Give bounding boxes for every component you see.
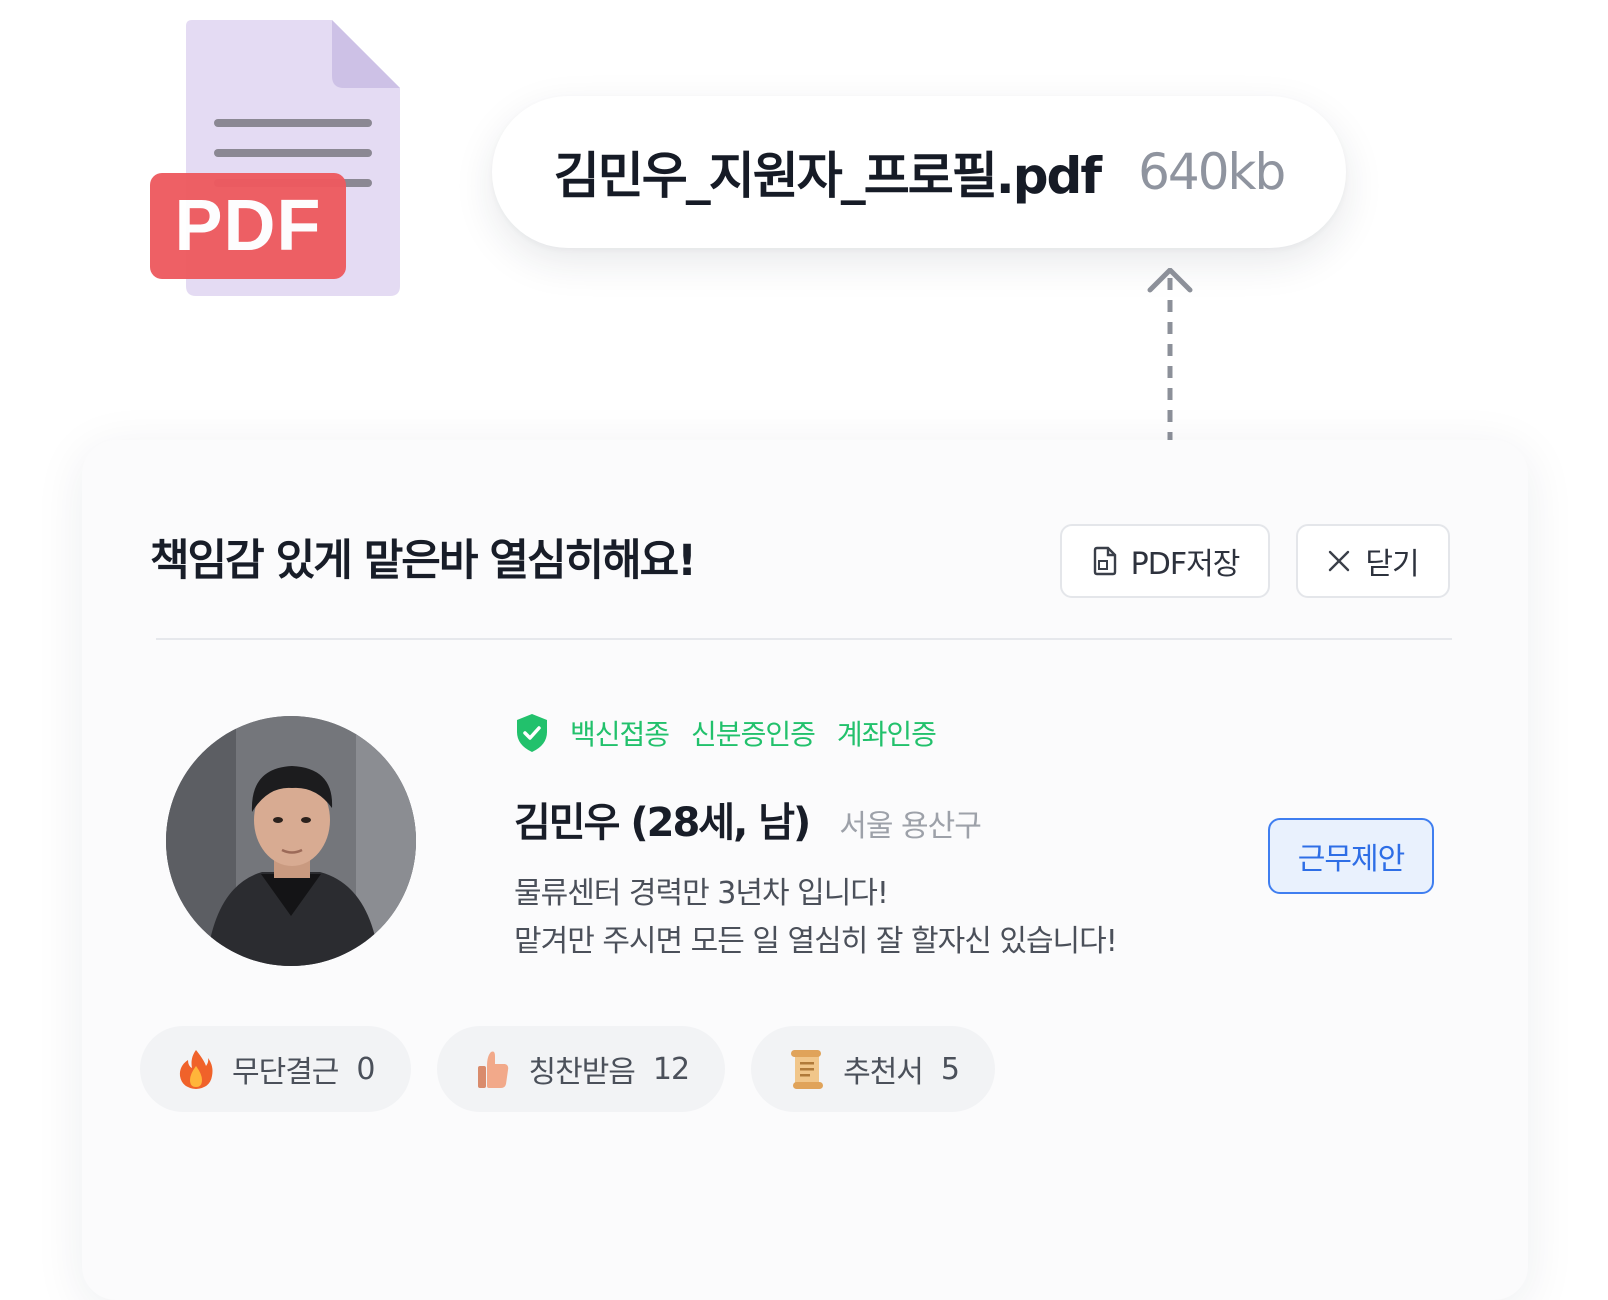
avatar-photo — [166, 716, 416, 966]
stat-praise-value: 12 — [652, 1051, 690, 1087]
stat-praise: 칭찬받음 12 — [436, 1026, 726, 1112]
close-icon — [1329, 550, 1350, 572]
stat-no-show: 무단결근 0 — [140, 1026, 411, 1112]
close-button[interactable]: 닫기 — [1296, 524, 1450, 598]
name-row: 김민우 (28세, 남) 서울 용산구 — [514, 790, 982, 848]
avatar — [166, 716, 416, 966]
intro-line-1: 물류센터 경력만 3년차 입니다! — [514, 876, 889, 911]
stat-recommendation-label: 추천서 — [843, 1055, 924, 1090]
card-title: 책임감 있게 맡은바 열심히해요! — [150, 536, 697, 586]
file-name: 김민우_지원자_프로필.pdf — [553, 147, 1102, 205]
file-icon — [1093, 546, 1116, 576]
intro-line-2: 맡겨만 주시면 모든 일 열심히 잘 할자신 있습니다! — [514, 924, 1118, 959]
pdf-badge: PDF — [150, 173, 346, 279]
stat-no-show-value: 0 — [356, 1051, 375, 1087]
stat-no-show-label: 무단결근 — [232, 1055, 339, 1090]
stat-praise-label: 칭찬받음 — [528, 1055, 636, 1090]
stats-row: 무단결근 0 칭찬받음 12 추천서 5 — [140, 1026, 995, 1112]
badge-account-verified: 계좌인증 — [836, 718, 937, 751]
applicant-name: 김민우 (28세, 남) — [514, 800, 811, 846]
job-offer-button[interactable]: 근무제안 — [1268, 818, 1434, 894]
thumbs-up-icon — [477, 1051, 508, 1088]
applicant-profile-card: 책임감 있게 맡은바 열심히해요! PDF저장 닫기 백신접종 신분증인증 계좌… — [82, 440, 1528, 1300]
file-name-pill: 김민우_지원자_프로필.pdf 640kb — [492, 96, 1346, 248]
scroll-icon — [791, 1050, 824, 1089]
badge-id-verified: 신분증인증 — [691, 718, 816, 751]
save-pdf-button[interactable]: PDF저장 — [1060, 524, 1270, 598]
pdf-file-icon: PDF — [150, 18, 412, 308]
fire-icon — [179, 1050, 213, 1089]
close-label: 닫기 — [1365, 547, 1419, 582]
file-size: 640kb — [1138, 143, 1286, 201]
applicant-intro: 물류센터 경력만 3년차 입니다! 맡겨만 주시면 모든 일 열심히 잘 할자신… — [514, 870, 1118, 966]
stat-recommendation-value: 5 — [940, 1051, 960, 1087]
verification-badges: 백신접종 신분증인증 계좌인증 — [514, 712, 937, 754]
shield-check-icon — [517, 714, 547, 752]
stat-recommendation: 추천서 5 — [751, 1026, 995, 1112]
applicant-location: 서울 용산구 — [839, 809, 982, 844]
divider — [156, 638, 1452, 640]
save-pdf-label: PDF저장 — [1130, 547, 1241, 582]
badge-vaccinated: 백신접종 — [570, 718, 670, 751]
